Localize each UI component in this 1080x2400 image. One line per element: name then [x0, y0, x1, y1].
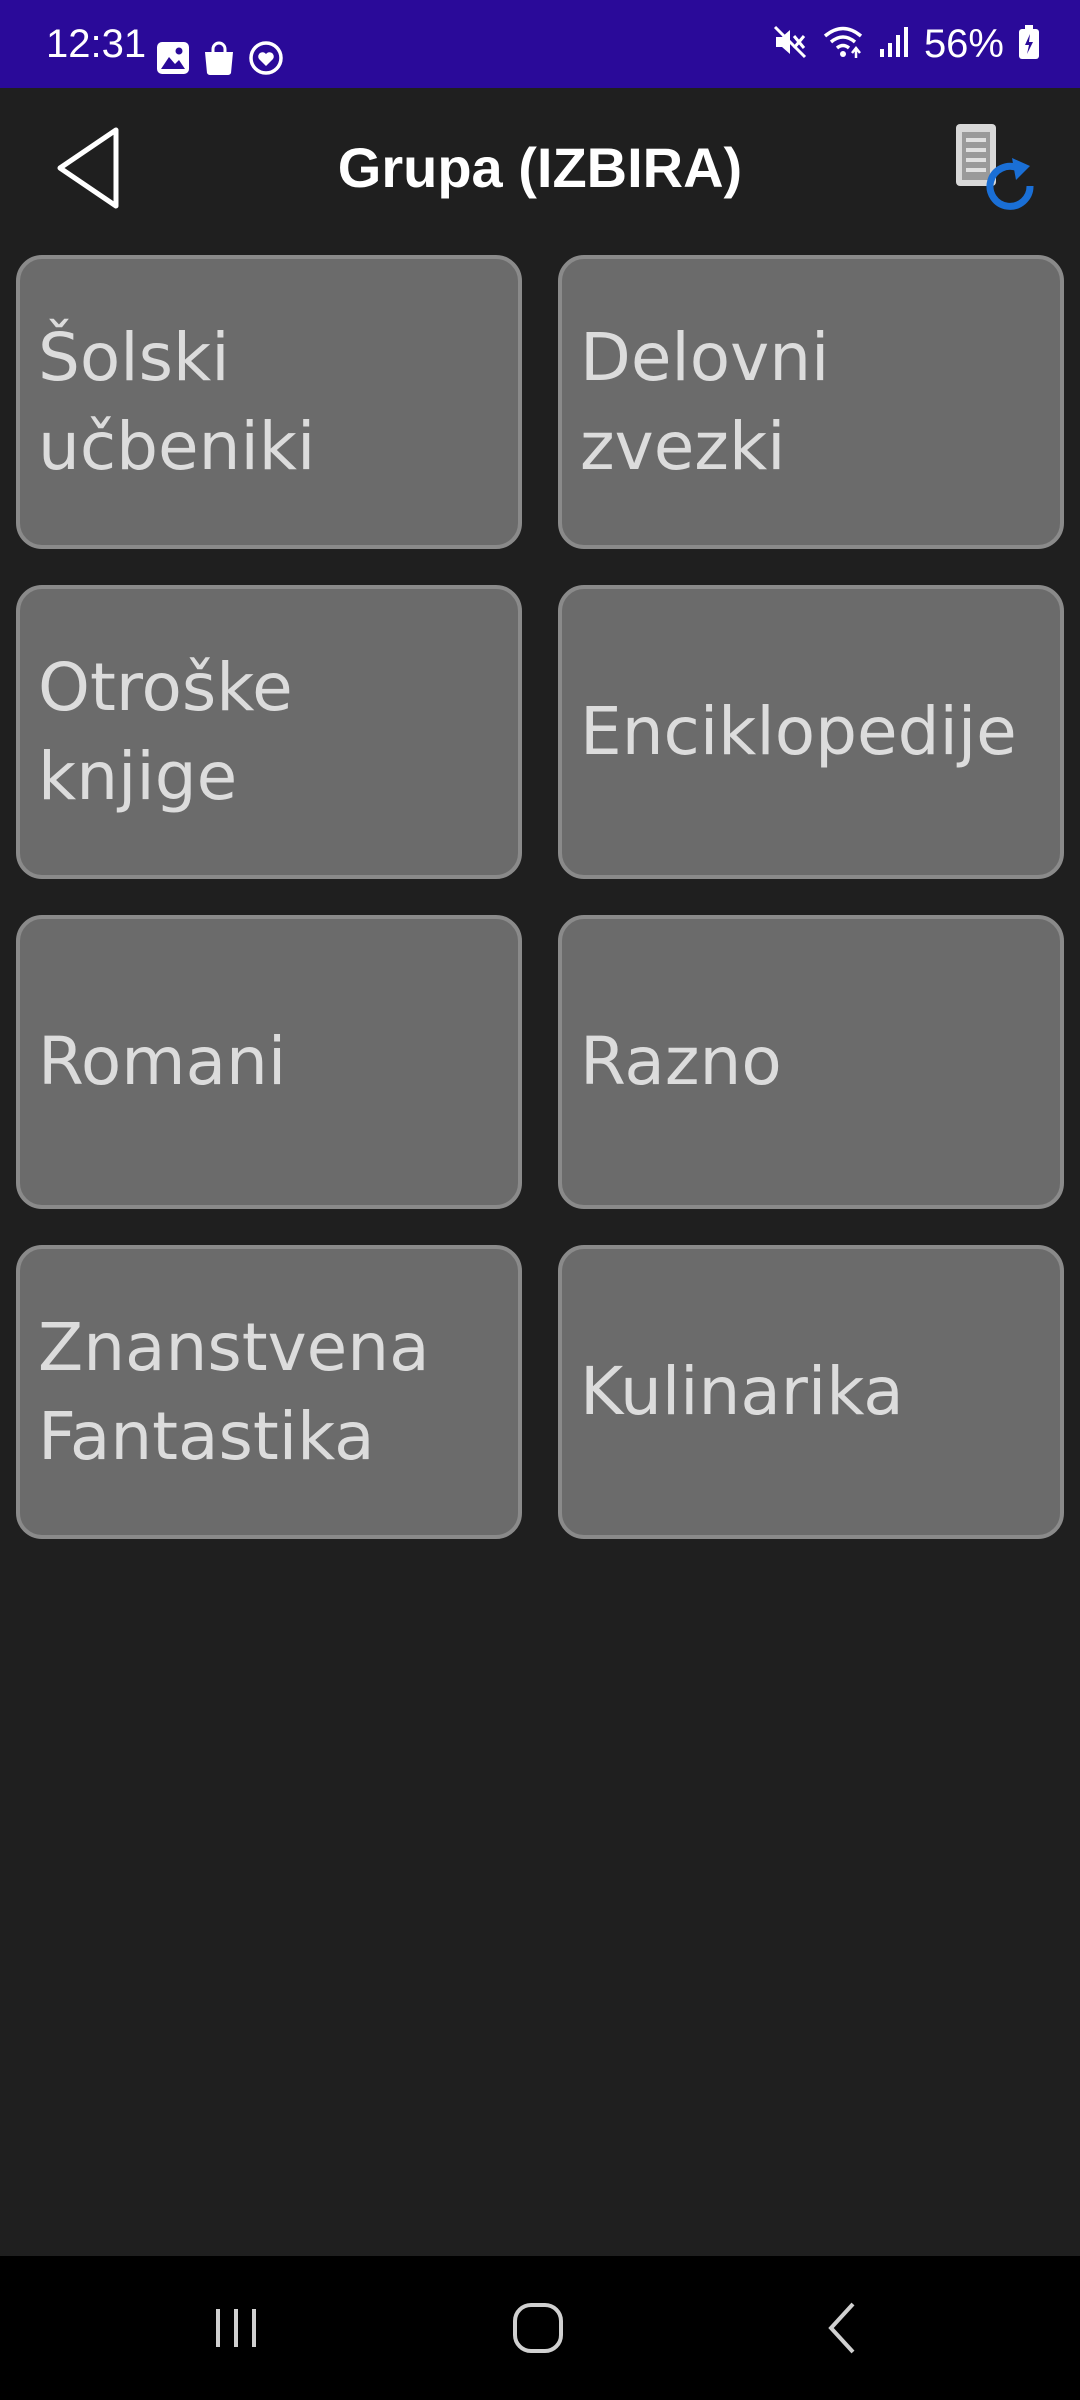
tile-label: Razno — [580, 1023, 782, 1101]
tile-label: Otroške knjige — [38, 648, 293, 815]
sync-button[interactable] — [948, 120, 1044, 220]
group-tile-razno[interactable]: Razno — [558, 915, 1064, 1209]
group-tile-romani[interactable]: Romani — [16, 915, 522, 1209]
notification-icons — [156, 38, 284, 82]
nav-back-icon — [828, 2302, 855, 2354]
group-tile-delovni-zvezki[interactable]: Delovni zvezki — [558, 255, 1064, 549]
signal-icon — [878, 25, 910, 63]
tile-label: Enciklopedije — [580, 693, 1017, 771]
group-tile-otroske-knjige[interactable]: Otroške knjige — [16, 585, 522, 879]
tile-label: Romani — [38, 1023, 287, 1101]
home-button[interactable] — [468, 2256, 608, 2400]
battery-percentage: 56% — [923, 22, 1004, 66]
recents-button[interactable] — [166, 2256, 306, 2400]
back-button[interactable] — [50, 118, 130, 218]
app-header: Grupa (IZBIRA) — [0, 88, 1080, 248]
group-tile-kulinarika[interactable]: Kulinarika — [558, 1245, 1064, 1539]
group-grid: Šolski učbeniki Delovni zvezki Otroške k… — [16, 255, 1064, 1539]
mute-icon — [772, 24, 808, 64]
recents-icon — [216, 2309, 256, 2347]
document-sync-icon — [956, 124, 1034, 210]
tile-label: Znanstvena Fantastika — [38, 1308, 430, 1475]
group-tile-solski-ucbeniki[interactable]: Šolski učbeniki — [16, 255, 522, 549]
tile-label: Šolski učbeniki — [38, 318, 316, 485]
gallery-icon — [156, 41, 190, 79]
group-tile-enciklopedije[interactable]: Enciklopedije — [558, 585, 1064, 879]
status-bar: 12:31 56% — [0, 0, 1080, 88]
system-status-icons: 56% — [772, 0, 1040, 88]
tile-label: Delovni zvezki — [580, 318, 830, 485]
group-tile-znanstvena-fantastika[interactable]: Znanstvena Fantastika — [16, 1245, 522, 1539]
wifi-icon — [822, 24, 864, 64]
battery-icon — [1018, 24, 1040, 64]
home-icon — [513, 2303, 563, 2353]
page-title: Grupa (IZBIRA) — [337, 136, 743, 199]
tile-label: Kulinarika — [580, 1353, 904, 1431]
shopping-bag-icon — [202, 40, 236, 80]
heart-badge-icon — [248, 40, 284, 80]
nav-back-button[interactable] — [772, 2256, 912, 2400]
status-time: 12:31 — [46, 22, 147, 66]
navigation-bar — [0, 2256, 1080, 2400]
back-triangle-icon — [57, 127, 119, 209]
